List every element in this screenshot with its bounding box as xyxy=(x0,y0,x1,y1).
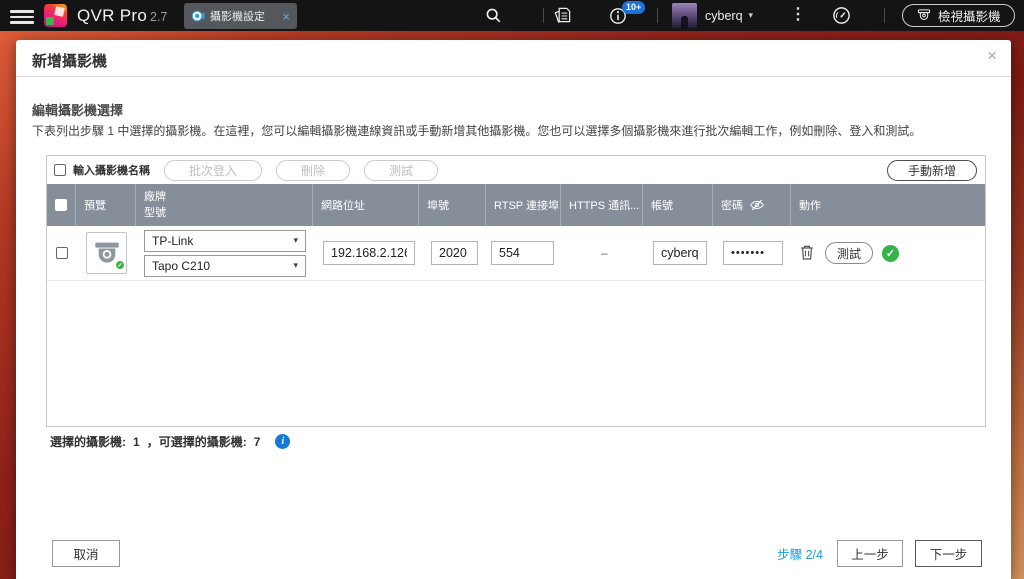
camera-name-filter-label: 輸入攝影機名稱 xyxy=(73,162,150,178)
header-action: 動作 xyxy=(791,184,985,226)
https-value: – xyxy=(601,246,608,260)
table-toolbar: 輸入攝影機名稱 批次登入 刪除 測試 手動新增 xyxy=(47,156,985,184)
username: cyberq xyxy=(705,9,743,23)
row-test-button[interactable]: 測試 xyxy=(825,242,873,264)
port-input[interactable] xyxy=(431,241,478,265)
event-log-icon[interactable] xyxy=(553,6,572,25)
delete-button[interactable]: 刪除 xyxy=(276,160,350,181)
user-menu[interactable]: cyberq ▾ xyxy=(705,0,753,31)
chevron-down-icon: ▾ xyxy=(293,235,298,246)
tab-camera-settings[interactable]: 攝影機設定 × xyxy=(184,3,297,29)
camera-settings-icon xyxy=(191,9,205,23)
dialog-header: 新增攝影機 × xyxy=(16,40,1011,77)
dialog-footer: 取消 步驟 2/4 上一步 下一步 xyxy=(52,539,982,567)
header-preview: 預覽 xyxy=(76,184,136,226)
section-title: 編輯攝影機選擇 xyxy=(32,100,123,119)
app-title: QVR Pro xyxy=(77,6,147,26)
header-rtsp: RTSP 連接埠 xyxy=(486,184,561,226)
previous-step-button[interactable]: 上一步 xyxy=(837,540,903,567)
account-input[interactable] xyxy=(653,241,707,265)
topbar-divider xyxy=(543,8,544,23)
test-success-icon: ✓ xyxy=(882,245,899,262)
view-cameras-button[interactable]: 檢視攝影機 xyxy=(902,4,1015,27)
table-empty-area xyxy=(47,281,985,426)
selected-cameras-label: 選擇的攝影機: xyxy=(50,433,126,450)
select-all-checkbox[interactable] xyxy=(55,199,67,211)
topbar-divider xyxy=(657,8,658,23)
tab-label: 攝影機設定 xyxy=(210,8,265,24)
dialog-title: 新增攝影機 xyxy=(32,50,107,71)
camera-row: ✓ TP-Link▾ Tapo C210▾ – xyxy=(47,226,985,281)
topbar: QVR Pro 2.7 攝影機設定 × 10+ cyberq ▾ ⋮ 檢視攝影機 xyxy=(0,0,1024,31)
password-visibility-icon[interactable] xyxy=(749,199,765,211)
camera-icon xyxy=(916,9,932,22)
available-cameras-label: ，可選擇的攝影機: xyxy=(147,433,247,450)
row-checkbox[interactable] xyxy=(56,247,68,259)
header-brand-model: 廠牌 型號 xyxy=(136,184,313,226)
batch-login-button[interactable]: 批次登入 xyxy=(164,160,262,181)
chevron-down-icon: ▾ xyxy=(293,260,298,271)
more-options-icon[interactable]: ⋮ xyxy=(790,4,806,24)
notification-badge: 10+ xyxy=(622,1,645,14)
selection-status: 選擇的攝影機: 1 ，可選擇的攝影機: 7 i xyxy=(50,433,290,450)
info-icon[interactable]: i xyxy=(275,434,290,449)
header-https: HTTPS 通訊... xyxy=(561,184,643,226)
tab-close-icon[interactable]: × xyxy=(282,10,290,23)
header-address: 網路位址 xyxy=(313,184,419,226)
delete-row-icon[interactable] xyxy=(799,244,816,262)
camera-preview: ✓ xyxy=(86,232,127,274)
chevron-down-icon: ▾ xyxy=(749,10,754,21)
main-menu-icon[interactable] xyxy=(10,7,34,24)
topbar-divider xyxy=(884,8,885,23)
next-step-button[interactable]: 下一步 xyxy=(915,540,982,567)
dialog-close-icon[interactable]: × xyxy=(987,47,997,64)
address-input[interactable] xyxy=(323,241,415,265)
password-input[interactable] xyxy=(723,241,783,265)
brand-select[interactable]: TP-Link▾ xyxy=(144,230,306,252)
step-indicator: 步驟 2/4 xyxy=(777,544,823,563)
camera-table: 輸入攝影機名稱 批次登入 刪除 測試 手動新增 預覽 廠牌 型號 網路位址 埠號… xyxy=(46,155,986,427)
model-select[interactable]: Tapo C210▾ xyxy=(144,255,306,277)
view-cameras-label: 檢視攝影機 xyxy=(938,6,1001,25)
notifications-icon[interactable]: 10+ xyxy=(609,7,627,25)
name-filter-checkbox[interactable] xyxy=(54,164,66,176)
header-password: 密碼 xyxy=(713,184,791,226)
table-header: 預覽 廠牌 型號 網路位址 埠號 RTSP 連接埠 HTTPS 通訊... 帳號… xyxy=(47,184,985,226)
camera-online-dot: ✓ xyxy=(115,260,125,270)
rtsp-port-input[interactable] xyxy=(491,241,554,265)
cancel-button[interactable]: 取消 xyxy=(52,540,120,567)
search-icon[interactable] xyxy=(485,7,502,24)
user-avatar[interactable] xyxy=(672,3,697,28)
resource-monitor-icon[interactable] xyxy=(832,6,851,25)
add-camera-dialog: 新增攝影機 × 編輯攝影機選擇 下表列出步驟 1 中選擇的攝影機。在這裡，您可以… xyxy=(16,40,1011,579)
selected-count: 1 xyxy=(133,435,140,449)
header-port: 埠號 xyxy=(419,184,486,226)
qvr-pro-logo[interactable] xyxy=(44,4,67,27)
app-version: 2.7 xyxy=(150,10,167,24)
manual-add-button[interactable]: 手動新增 xyxy=(887,160,977,181)
header-account: 帳號 xyxy=(643,184,713,226)
available-count: 7 xyxy=(254,435,261,449)
test-button[interactable]: 測試 xyxy=(364,160,438,181)
section-description: 下表列出步驟 1 中選擇的攝影機。在這裡，您可以編輯攝影機連線資訊或手動新增其他… xyxy=(32,122,921,139)
